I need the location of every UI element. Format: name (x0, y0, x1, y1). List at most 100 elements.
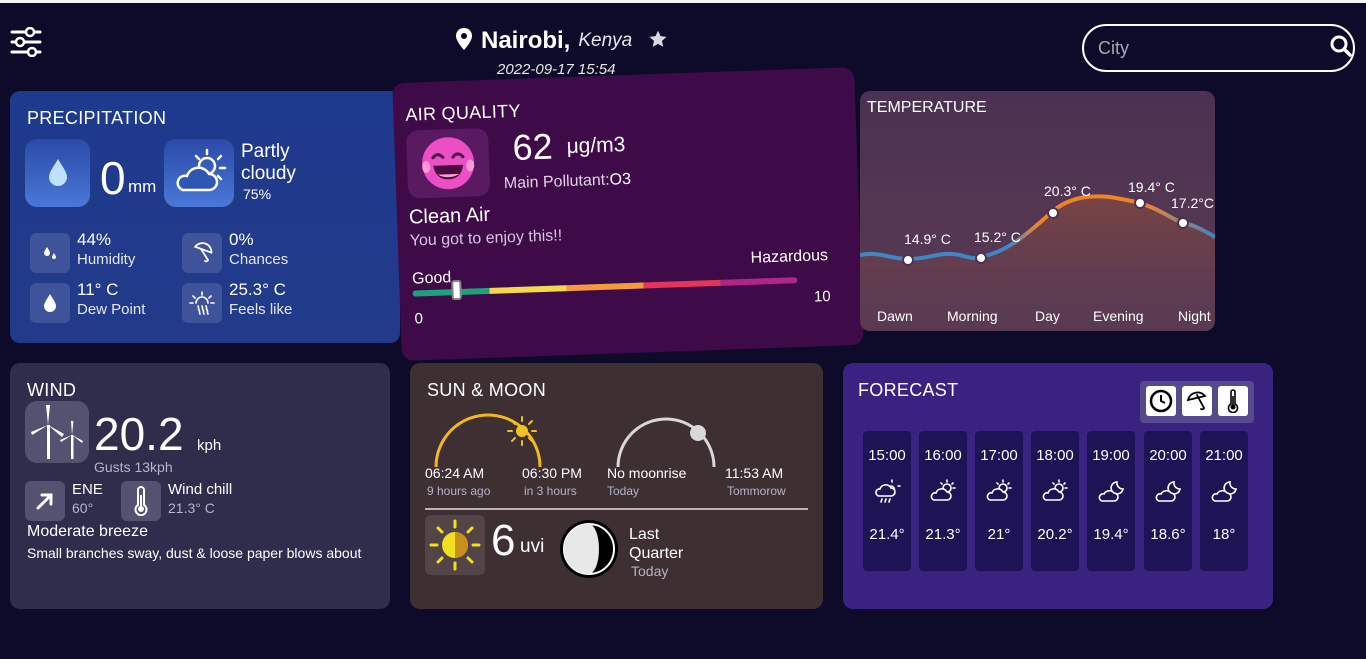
forecast-mode-tabs (1140, 381, 1254, 423)
wind-description: Small branches sway, dust & loose paper … (27, 545, 362, 561)
wind-speed: 20.2 (94, 408, 184, 460)
humidity-value: 44% (77, 230, 112, 249)
forecast-hour[interactable]: 15:00 21.4° (863, 431, 911, 571)
sunrise-time: 06:24 AM (425, 465, 485, 481)
precipitation-amount: 0 (100, 152, 126, 204)
forecast-hour[interactable]: 16:00 21.3° (919, 431, 967, 571)
laughing-face-icon (405, 127, 491, 199)
period-day: Day (1035, 308, 1060, 324)
sun-moon-title: SUN & MOON (427, 380, 547, 400)
thermometer-icon[interactable] (1218, 386, 1248, 416)
settings-sliders-icon[interactable] (10, 26, 42, 58)
partly-cloudy-icon (919, 478, 967, 508)
main-pollutant-label: Main Pollutant: (503, 171, 610, 193)
humidity-label: Humidity (77, 251, 136, 268)
forecast-hour[interactable]: 20:00 18.6° (1144, 431, 1192, 571)
wind-card: WIND 20.2 kph Gusts 13kph ENE 60° Wind c… (10, 363, 390, 609)
humidity-icon (30, 233, 70, 273)
moonset-when: Tommorow (727, 484, 786, 498)
wind-speed-unit: kph (197, 437, 222, 454)
period-evening: Evening (1093, 308, 1144, 324)
favorite-star-icon[interactable] (648, 29, 668, 54)
clock-icon[interactable] (1146, 386, 1176, 416)
scale-max: 10 (813, 287, 831, 306)
search-input[interactable] (1098, 37, 1330, 59)
sunrise-ago: 9 hours ago (427, 484, 491, 498)
forecast-hour[interactable]: 17:00 21° (975, 431, 1023, 571)
partly-cloudy-night-icon (1087, 478, 1135, 508)
city-name: Nairobi, (481, 27, 571, 54)
forecast-hour-time: 19:00 (1092, 447, 1130, 464)
scale-min: 0 (414, 310, 424, 328)
wind-chill-label: Wind chill (168, 481, 233, 498)
wind-title: WIND (27, 380, 77, 400)
precipitation-condition-percent: 75% (243, 186, 272, 202)
city-search[interactable] (1082, 24, 1355, 72)
wind-direction: ENE (72, 481, 103, 498)
uv-value: 6 (491, 516, 516, 565)
feels-like-value: 25.3° C (229, 280, 286, 299)
chances-label: Chances (229, 251, 289, 268)
forecast-hour[interactable]: 18:00 20.2° (1031, 431, 1079, 571)
umbrella-icon (182, 233, 222, 273)
forecast-hour-temp: 20.2° (1037, 526, 1073, 543)
forecast-hour-time: 15:00 (868, 447, 906, 464)
moonset-time: 11:53 AM (725, 465, 784, 481)
dew-point-label: Dew Point (77, 301, 146, 318)
moon-phase: Last Quarter (629, 526, 684, 562)
search-icon[interactable] (1330, 35, 1352, 62)
period-dawn: Dawn (877, 308, 913, 324)
temp-point-evening: 19.4° C (1128, 179, 1175, 195)
temperature-card: TEMPERATURE 14.9° C 15.2° C 20.3° C 19.4… (860, 91, 1215, 331)
moon-arc (616, 417, 716, 468)
air-quality-value: 62 (511, 125, 554, 168)
moonrise-time: No moonrise (607, 465, 687, 481)
main-pollutant-value: O3 (609, 170, 632, 189)
forecast-hour-temp: 18° (1212, 526, 1236, 543)
scale-low-label: Good (411, 269, 452, 288)
wind-gusts: Gusts 13kph (94, 459, 173, 475)
forecast-hour[interactable]: 19:00 19.4° (1087, 431, 1135, 571)
wind-turbine-icon (25, 401, 89, 463)
air-quality-unit: μg/m3 (566, 133, 626, 159)
temp-point-morning: 15.2° C (974, 229, 1021, 245)
forecast-title: FORECAST (858, 380, 959, 400)
location: Nairobi, Kenya (455, 27, 668, 55)
temperature-curve (860, 194, 1215, 331)
air-quality-status: Clean Air (408, 203, 491, 229)
forecast-hour-time: 17:00 (980, 447, 1018, 464)
partly-cloudy-icon (1031, 478, 1079, 508)
precipitation-title: PRECIPITATION (27, 108, 167, 128)
forecast-hour-temp: 18.6° (1150, 526, 1186, 543)
sun-arc (434, 413, 542, 468)
precipitation-card: PRECIPITATION 0 mm Partly cloudy 75% 44%… (10, 91, 400, 343)
country-name: Kenya (578, 30, 633, 51)
moonrise-when: Today (607, 484, 640, 498)
partly-cloudy-night-icon (1144, 478, 1192, 508)
feels-like-label: Feels like (229, 301, 293, 318)
partly-cloudy-night-icon (1200, 478, 1248, 508)
sunset-time: 06:30 PM (522, 465, 582, 481)
forecast-hour-temp: 21.3° (925, 526, 961, 543)
forecast-hour-temp: 21° (987, 526, 1011, 543)
forecast-hour-temp: 19.4° (1093, 526, 1129, 543)
temp-point-dawn: 14.9° C (904, 231, 951, 247)
dew-point-icon (30, 283, 70, 323)
air-quality-message: You got to enjoy this!! (409, 227, 563, 250)
chances-value: 0% (229, 230, 254, 249)
precipitation-unit: mm (128, 177, 157, 196)
forecast-hour-time: 20:00 (1149, 447, 1187, 464)
wind-chill-value: 21.3° C (168, 500, 215, 516)
air-quality-level-thumb[interactable] (450, 279, 462, 301)
feels-like-icon (182, 283, 222, 323)
raindrop-icon (25, 139, 90, 207)
sunset-in: in 3 hours (524, 484, 577, 498)
temp-point-night: 17.2°C (1171, 195, 1214, 211)
air-quality-title: AIR QUALITY (405, 100, 522, 125)
umbrella-icon[interactable] (1182, 386, 1212, 416)
sun-moon-card: SUN & MOON 06:24 AM 9 hours ago 06:30 PM… (410, 363, 823, 609)
period-night: Night (1178, 308, 1211, 324)
precipitation-condition: Partly cloudy (241, 141, 296, 184)
forecast-hour[interactable]: 21:00 18° (1200, 431, 1248, 571)
dew-point-value: 11° C (77, 280, 119, 299)
